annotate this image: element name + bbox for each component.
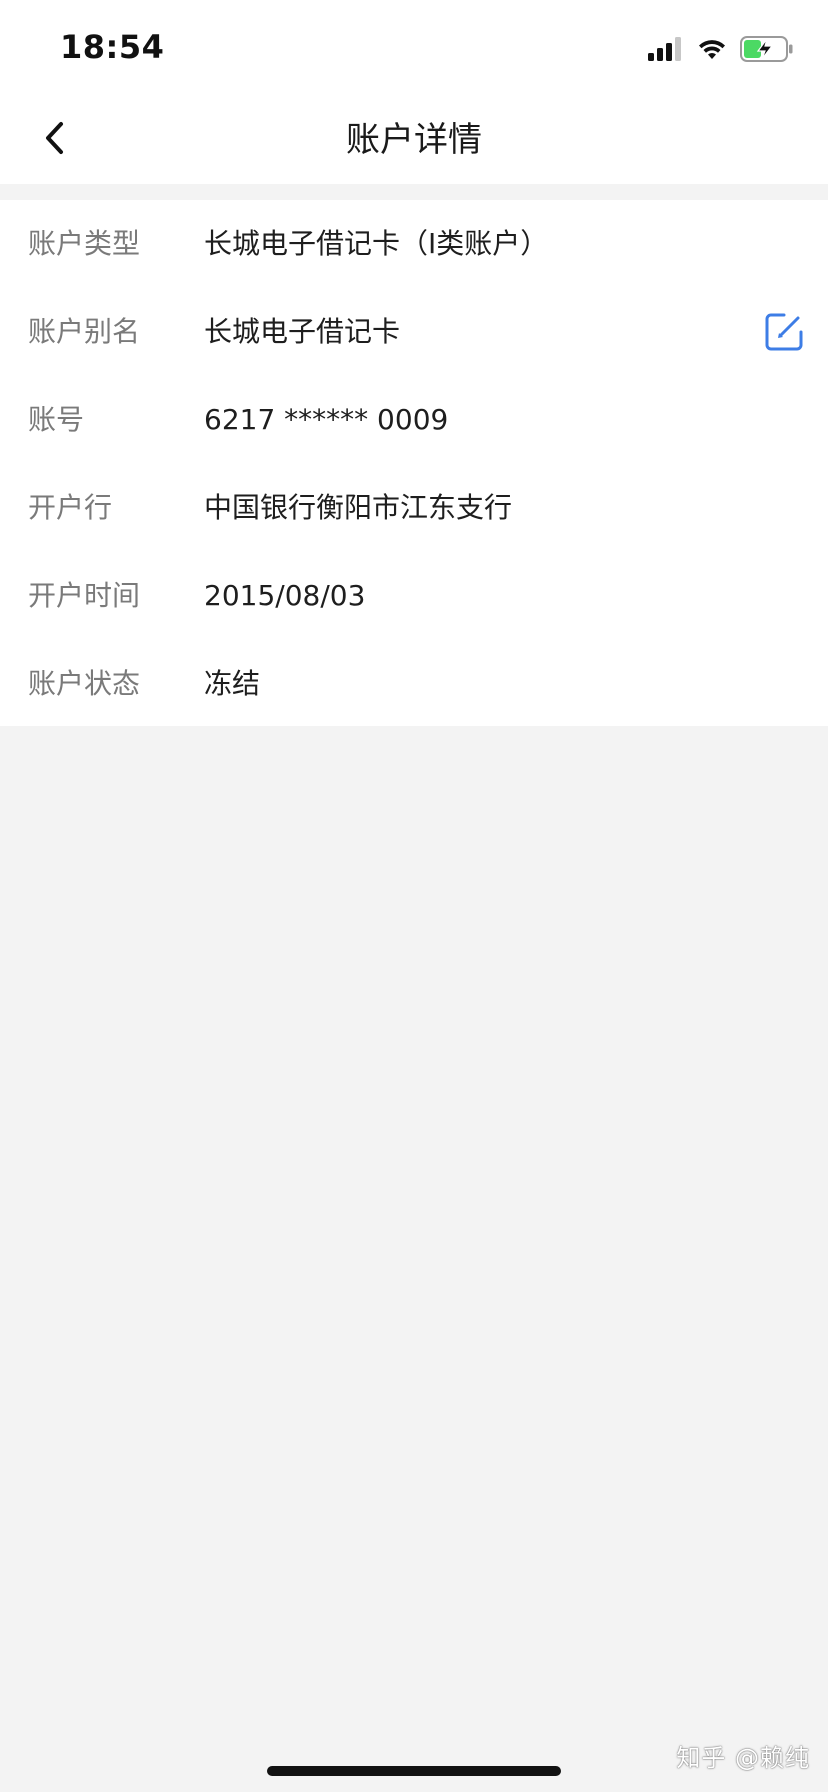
status-time: 18:54 [60, 28, 165, 66]
account-number-value: 6217 ****** 0009 [204, 403, 449, 436]
account-alias-row: 账户别名 长城电子借记卡 [0, 288, 828, 376]
account-alias-label: 账户别名 [28, 315, 141, 348]
status-bar: 18:54 [0, 0, 828, 96]
account-type-label: 账户类型 [28, 227, 141, 260]
opening-date-value: 2015/08/03 [204, 579, 366, 612]
opening-bank-row: 开户行 中国银行衡阳市江东支行 [0, 464, 828, 552]
account-detail-card: 账户类型 长城电子借记卡（I类账户） 账户别名 长城电子借记卡 账号 6217 … [0, 200, 828, 726]
wifi-icon [696, 37, 728, 65]
signal-icon [648, 37, 684, 65]
opening-date-label: 开户时间 [28, 579, 141, 612]
account-type-row: 账户类型 长城电子借记卡（I类账户） [0, 200, 828, 288]
account-alias-value: 长城电子借记卡 [204, 315, 401, 348]
watermark: 知乎 @赖纯 [676, 1744, 810, 1772]
account-status-value: 冻结 [204, 667, 261, 700]
edit-alias-button[interactable] [762, 310, 806, 354]
account-number-row: 账号 6217 ****** 0009 [0, 376, 828, 464]
account-status-row: 账户状态 冻结 [0, 640, 828, 728]
account-number-label: 账号 [28, 403, 85, 436]
home-indicator[interactable] [267, 1766, 561, 1776]
nav-bar: 账户详情 [0, 96, 828, 184]
section-divider [0, 184, 828, 200]
account-type-value: 长城电子借记卡（I类账户） [204, 227, 549, 260]
edit-icon [762, 313, 806, 358]
opening-bank-label: 开户行 [28, 491, 113, 524]
status-icons [648, 36, 794, 66]
opening-bank-value: 中国银行衡阳市江东支行 [204, 491, 513, 524]
battery-charging-icon [740, 36, 794, 66]
page-title: 账户详情 [346, 120, 482, 160]
account-status-label: 账户状态 [28, 667, 141, 700]
opening-date-row: 开户时间 2015/08/03 [0, 552, 828, 640]
